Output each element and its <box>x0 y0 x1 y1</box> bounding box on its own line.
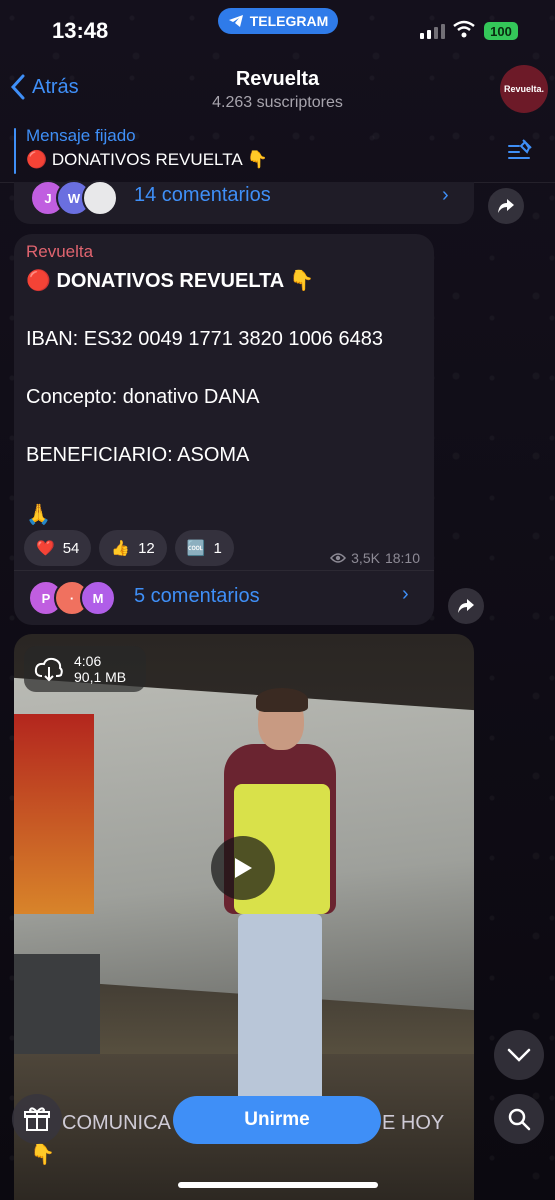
chevron-down-icon <box>507 1048 531 1062</box>
message-iban[interactable]: IBAN: ES32 0049 1771 3820 1006 6483 <box>26 328 383 351</box>
message-time: 18:10 <box>384 550 420 566</box>
reaction-heart[interactable]: ❤️ 54 <box>24 530 92 566</box>
previous-comments-row[interactable]: J W 14 comentarios › <box>14 180 474 224</box>
avatar <box>82 180 118 216</box>
reaction-count: 54 <box>62 539 80 557</box>
search-icon <box>508 1108 531 1131</box>
signal-icon <box>420 24 445 39</box>
message-concept: Concepto: donativo DANA <box>26 386 260 408</box>
home-indicator <box>178 1182 378 1188</box>
wifi-icon <box>453 20 475 38</box>
message-emoji: 🙏 <box>26 504 51 526</box>
download-badge[interactable]: 4:06 90,1 MB <box>24 646 146 692</box>
caption-text-right: E HOY <box>382 1112 445 1134</box>
channel-avatar[interactable]: Revuelta. <box>500 65 548 113</box>
share-button[interactable] <box>488 188 524 224</box>
video-frame-flag <box>14 714 94 914</box>
share-button[interactable] <box>448 588 484 624</box>
reaction-cool[interactable]: 🆒 1 <box>174 530 234 566</box>
video-size: 90,1 MB <box>74 669 127 685</box>
join-button[interactable]: Unirme <box>173 1096 381 1144</box>
gift-button[interactable] <box>12 1094 62 1144</box>
battery-indicator: 100 <box>484 22 518 40</box>
thumbs-up-icon: 👍 <box>111 540 131 557</box>
app-return-pill[interactable]: TELEGRAM <box>218 8 338 34</box>
chevron-right-icon: › <box>442 184 449 206</box>
telegram-icon <box>228 15 243 27</box>
share-icon <box>498 199 514 213</box>
search-button[interactable] <box>494 1094 544 1144</box>
caption-text-left: COMUNICA <box>62 1112 171 1134</box>
pinned-list-icon[interactable] <box>507 138 535 162</box>
message-beneficiary: BENEFICIARIO: ASOMA <box>26 444 250 466</box>
caption-emoji: 👇 <box>30 1144 55 1166</box>
scroll-down-button[interactable] <box>494 1030 544 1080</box>
message-author: Revuelta <box>26 242 94 261</box>
pinned-text: 🔴 DONATIVOS REVUELTA 👇 <box>26 150 268 169</box>
avatar: M <box>80 580 116 616</box>
eye-icon <box>330 553 347 563</box>
view-count: 3,5K <box>351 550 380 566</box>
share-icon <box>458 599 474 613</box>
cloud-download-icon <box>34 657 63 682</box>
chat-header: Atrás Revuelta 4.263 suscriptores Revuel… <box>0 60 555 124</box>
status-bar: 13:48 TELEGRAM 100 <box>0 0 555 60</box>
pinned-indicator <box>14 128 16 174</box>
reactions-row: ❤️ 54 👍 12 🆒 1 <box>24 530 234 566</box>
comments-link[interactable]: 5 comentarios <box>134 585 260 608</box>
subscriber-count: 4.263 suscriptores <box>212 94 343 111</box>
reaction-count: 1 <box>213 539 222 557</box>
commenter-avatars: J W <box>30 180 118 216</box>
comments-link[interactable]: 14 comentarios <box>134 184 271 207</box>
pinned-message-bar[interactable]: Mensaje fijado 🔴 DONATIVOS REVUELTA 👇 <box>0 124 555 183</box>
pinned-label: Mensaje fijado <box>26 126 136 145</box>
cool-icon: 🆒 <box>186 540 206 557</box>
message-heading: 🔴 DONATIVOS REVUELTA 👇 <box>26 270 314 292</box>
chevron-right-icon: › <box>402 583 409 605</box>
status-time: 13:48 <box>52 18 109 43</box>
reaction-thumbs-up[interactable]: 👍 12 <box>99 530 167 566</box>
video-duration: 4:06 <box>74 653 102 669</box>
comments-row[interactable]: P · M 5 comentarios › <box>14 570 434 625</box>
commenter-avatars: P · M <box>28 580 116 616</box>
channel-title[interactable]: Revuelta <box>0 68 555 91</box>
message-bubble[interactable]: Revuelta 🔴 DONATIVOS REVUELTA 👇 IBAN: ES… <box>14 234 434 570</box>
message-meta: 3,5K 18:10 <box>330 550 420 566</box>
reaction-count: 12 <box>138 539 155 557</box>
play-icon <box>235 858 252 878</box>
app-pill-label: TELEGRAM <box>249 13 329 29</box>
heart-icon: ❤️ <box>36 540 55 557</box>
gift-icon <box>24 1107 50 1131</box>
play-button[interactable] <box>211 836 275 900</box>
